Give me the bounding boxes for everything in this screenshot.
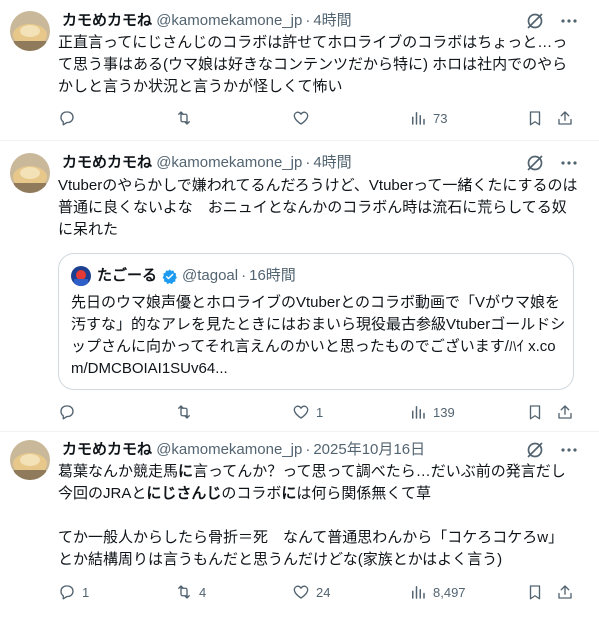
tweet-header: カモめカモね @kamomekamone_jp · 4時間: [62, 11, 589, 31]
share-button[interactable]: [556, 402, 574, 422]
highlight-term: にじさんじ: [146, 485, 222, 502]
quoted-display-name: たごーる: [97, 267, 158, 284]
text-segment: のコラボ: [221, 485, 282, 502]
avatar[interactable]: [10, 11, 50, 51]
bookmark-button[interactable]: [526, 402, 544, 422]
reply-button[interactable]: 1: [58, 582, 89, 602]
tweet-header: カモめカモね @kamomekamone_jp · 4時間: [62, 153, 589, 173]
verified-badge-icon: [162, 268, 177, 284]
reply-button[interactable]: [58, 402, 82, 422]
grok-icon[interactable]: [525, 11, 545, 31]
like-icon: [293, 585, 309, 599]
text-segment: 葛葉なんか競走馬: [58, 463, 179, 480]
highlight-term: に: [178, 463, 194, 480]
user-handle[interactable]: @kamomekamone_jp: [156, 154, 302, 171]
tweet-text: 葛葉なんか競走馬に言ってんか？って思って調べたら…だいぶ前の発言だし今回のJRA…: [58, 461, 578, 571]
quoted-tweet-header: たごーる @tagoal · 16時間: [71, 266, 296, 286]
views-icon: [412, 586, 425, 599]
quoted-user-handle: @tagoal: [182, 267, 239, 284]
display-name[interactable]: カモめカモね: [62, 441, 152, 458]
bookmark-button[interactable]: [526, 108, 544, 128]
quoted-avatar: [71, 266, 91, 286]
action-bar: 1 139: [58, 402, 589, 422]
separator-dot: ·: [305, 12, 311, 29]
views-button[interactable]: 8,497: [409, 582, 466, 602]
display-name[interactable]: カモめカモね: [62, 154, 152, 171]
separator-dot: ·: [305, 154, 311, 171]
tweet[interactable]: カモめカモね @kamomekamone_jp · 2025年10月16日 葛葉なん…: [0, 432, 599, 621]
action-bar: 1 4 24 8,497: [58, 582, 589, 602]
reply-icon: [60, 111, 74, 126]
timestamp[interactable]: 4時間: [313, 12, 351, 29]
timestamp[interactable]: 4時間: [313, 154, 351, 171]
avatar[interactable]: [10, 153, 50, 193]
quoted-timestamp: 16時間: [249, 267, 296, 284]
bookmark-icon: [529, 585, 541, 600]
retweet-button[interactable]: [175, 402, 199, 422]
header-icons: [525, 153, 579, 173]
like-icon: [293, 405, 309, 419]
user-handle[interactable]: @kamomekamone_jp: [156, 441, 302, 458]
views-icon: [412, 112, 425, 125]
grok-icon[interactable]: [525, 440, 545, 460]
like-button[interactable]: 1: [292, 402, 323, 422]
like-button[interactable]: [292, 108, 316, 128]
grok-icon[interactable]: [525, 153, 545, 173]
tweet-text: 正直言ってにじさんじのコラボは許せてホロライブのコラボはちょっと…って思う事はあ…: [58, 34, 568, 95]
display-name[interactable]: カモめカモね: [62, 12, 152, 29]
reply-button[interactable]: [58, 108, 82, 128]
retweet-button[interactable]: 4: [175, 582, 206, 602]
quoted-tweet-text: 先日のウマ娘声優とホロライブのVtuberとのコラボ動画で「Vがウマ娘を汚すな」…: [71, 294, 566, 377]
separator-dot: ·: [305, 441, 311, 458]
tweet[interactable]: カモめカモね @kamomekamone_jp · 4時間 正直言ってにじさんじのコ…: [0, 0, 599, 141]
views-icon: [412, 406, 425, 419]
share-button[interactable]: [556, 108, 574, 128]
bookmark-icon: [529, 405, 541, 420]
reply-count: 1: [82, 584, 90, 600]
header-icons: [525, 440, 579, 460]
views-count: 139: [433, 404, 455, 420]
action-bar: 73: [58, 108, 589, 128]
retweet-icon: [178, 405, 190, 419]
share-button[interactable]: [556, 582, 574, 602]
like-count: 1: [316, 404, 324, 420]
retweet-icon: [178, 585, 190, 599]
user-handle[interactable]: @kamomekamone_jp: [156, 12, 302, 29]
views-count: 73: [433, 110, 448, 126]
timestamp[interactable]: 2025年10月16日: [313, 441, 425, 458]
bookmark-button[interactable]: [526, 582, 544, 602]
views-button[interactable]: 139: [409, 402, 455, 422]
like-count: 24: [316, 584, 331, 600]
reply-icon: [60, 585, 74, 600]
tweet[interactable]: カモめカモね @kamomekamone_jp · 4時間 Vtuberのやらかしで…: [0, 141, 599, 432]
retweet-icon: [178, 111, 190, 125]
share-icon: [558, 585, 572, 599]
like-icon: [293, 111, 309, 125]
like-button[interactable]: 24: [292, 582, 330, 602]
views-button[interactable]: 73: [409, 108, 447, 128]
reply-icon: [60, 405, 74, 420]
quoted-tweet[interactable]: たごーる @tagoal · 16時間 先日のウマ娘声優とホロライブのVtuberと…: [58, 253, 574, 390]
share-icon: [558, 111, 572, 125]
bookmark-icon: [529, 111, 541, 126]
avatar[interactable]: [10, 440, 50, 480]
retweet-count: 4: [199, 584, 207, 600]
header-icons: [525, 11, 579, 31]
tweet-header: カモめカモね @kamomekamone_jp · 2025年10月16日: [62, 440, 589, 460]
retweet-button[interactable]: [175, 108, 199, 128]
more-icon[interactable]: [559, 440, 579, 460]
views-count: 8,497: [433, 584, 466, 600]
more-icon[interactable]: [559, 153, 579, 173]
tweet-text: Vtuberのやらかしで嫌われてるんだろうけど、Vtuberって一緒くたにするの…: [58, 177, 578, 238]
highlight-term: に: [281, 485, 297, 502]
separator-dot: ·: [241, 267, 247, 284]
share-icon: [558, 405, 572, 419]
more-icon[interactable]: [559, 11, 579, 31]
